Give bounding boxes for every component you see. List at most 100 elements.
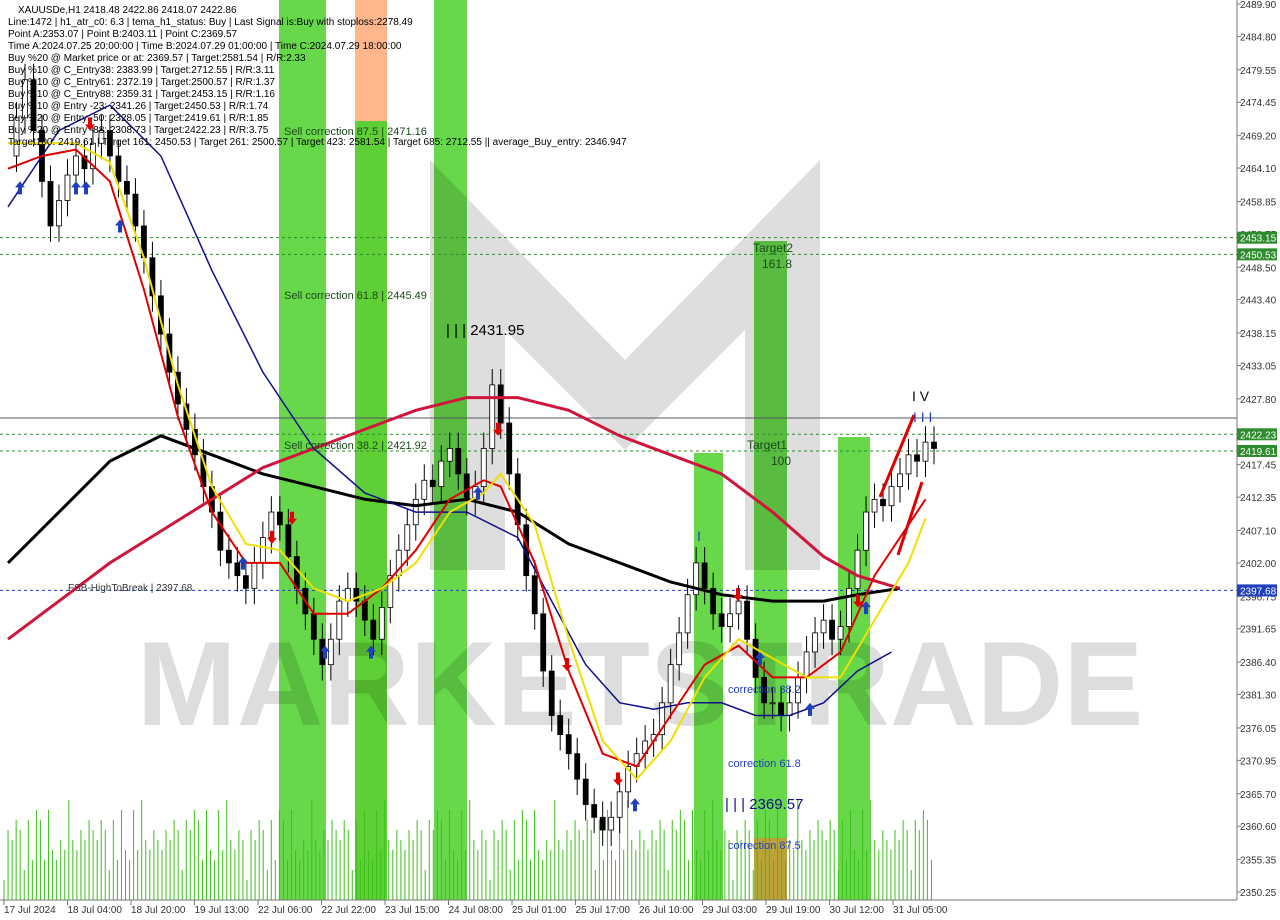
candle-body — [837, 626, 844, 640]
candle-body — [820, 619, 827, 634]
y-tick-label: 2417.45 — [1240, 461, 1277, 472]
info-line: Line:1472 | h1_atr_c0: 6.3 | tema_h1_sta… — [8, 17, 413, 28]
x-tick-label: 22 Jul 22:00 — [322, 905, 377, 916]
price-tag-text: 2397.68 — [1240, 586, 1277, 597]
candle-body — [251, 562, 258, 589]
correction-382: correction 38.2 — [728, 684, 801, 696]
y-tick-label: 2381.30 — [1240, 691, 1277, 702]
candle-body — [744, 600, 751, 640]
candle-body — [446, 448, 453, 462]
info-line: Buy %20 @ Entry -50: 2328.05 | Target:24… — [8, 113, 269, 124]
fsb-label: FSB-HighToBreak | 2397.68 — [68, 583, 193, 594]
candle-body — [489, 384, 496, 449]
candle-body — [47, 181, 54, 227]
x-tick-label: 23 Jul 15:00 — [385, 905, 440, 916]
y-tick-label: 2386.40 — [1240, 658, 1277, 669]
price-tag-text: 2453.15 — [1240, 234, 1277, 245]
candle-body — [599, 816, 606, 831]
candle-body — [56, 200, 62, 227]
candle-body — [803, 651, 810, 678]
candle-body — [565, 734, 572, 755]
y-tick-label: 2376.05 — [1240, 724, 1277, 735]
price-tag-text: 2422.23 — [1240, 430, 1277, 441]
candle-body — [582, 778, 589, 805]
y-tick-label: 2448.50 — [1240, 263, 1277, 274]
candle-body — [234, 562, 241, 577]
x-tick-label: 29 Jul 19:00 — [766, 905, 821, 916]
correction-618: correction 61.8 — [728, 758, 801, 770]
candle-body — [361, 600, 368, 621]
candle-body — [846, 587, 852, 627]
y-tick-label: 2370.95 — [1240, 756, 1277, 767]
price-tag-text: 2450.53 — [1240, 250, 1277, 261]
info-line: Buy %20 @ Market price or at: 2369.57 | … — [8, 53, 306, 64]
candle-body — [608, 816, 615, 831]
candle-body — [616, 791, 623, 818]
candle-body — [829, 619, 835, 640]
y-tick-label: 2365.70 — [1240, 790, 1277, 801]
price-chart[interactable]: MARKETSTRADE XAUUSDe,H1 2418.48 2422.86 … — [0, 0, 1280, 920]
candle-body — [574, 753, 581, 780]
candle-body — [276, 511, 283, 526]
sell-correction-875: Sell correction 87.5 | 2471.16 — [284, 126, 427, 138]
wave-i-label: I — [697, 528, 701, 544]
target2-value: 161.8 — [762, 257, 792, 271]
y-tick-label: 2391.65 — [1240, 625, 1277, 636]
correction-875: correction 87.5 — [728, 840, 801, 852]
y-tick-label: 2407.10 — [1240, 527, 1277, 538]
info-line: Buy %10 @ C_Entry61: 2372.19 | Target:25… — [8, 77, 275, 88]
candle-body — [778, 702, 784, 716]
x-tick-label: 31 Jul 05:00 — [893, 905, 948, 916]
candle-body — [344, 587, 351, 602]
y-tick-label: 2458.85 — [1240, 197, 1277, 208]
info-line: Point A:2353.07 | Point B:2403.11 | Poin… — [8, 29, 238, 40]
y-tick-label: 2443.40 — [1240, 296, 1277, 307]
sell-correction-382: Sell correction 38.2 | 2421.92 — [284, 440, 427, 452]
y-tick-label: 2464.10 — [1240, 164, 1277, 175]
candle-body — [225, 549, 232, 564]
candle-body — [897, 473, 903, 488]
x-tick-label: 30 Jul 12:00 — [830, 905, 885, 916]
x-tick-label: 19 Jul 13:00 — [195, 905, 250, 916]
candle-body — [132, 193, 139, 227]
candle-body — [557, 715, 564, 736]
info-line: Buy %10 @ Entry -23: 2341.26 | Target:24… — [8, 101, 269, 112]
target1-label: Target1 — [747, 438, 787, 452]
candle-body — [769, 702, 776, 705]
candle-body — [880, 498, 886, 507]
candle-body — [812, 632, 818, 653]
candle-body — [404, 524, 411, 551]
y-tick-label: 2474.45 — [1240, 98, 1277, 109]
candle-body — [914, 454, 920, 462]
candle-body — [463, 473, 470, 500]
candle-body — [124, 181, 130, 195]
info-line: Buy %10 @ C_Entry88: 2359.31 | Target:24… — [8, 89, 275, 100]
candle-body — [905, 454, 912, 475]
wave-iii-low: | | | 2369.57 — [725, 796, 803, 813]
candle-body — [931, 441, 937, 449]
green-bar — [355, 121, 387, 900]
x-tick-label: 26 Jul 10:00 — [639, 905, 694, 916]
candle-body — [863, 511, 869, 551]
candle-body — [438, 460, 445, 488]
y-tick-label: 2402.00 — [1240, 559, 1277, 570]
target2-label: Target2 — [753, 241, 793, 255]
candle-body — [854, 549, 861, 589]
y-tick-label: 2412.35 — [1240, 493, 1277, 504]
candle-body — [242, 575, 249, 589]
candle-body — [684, 594, 691, 634]
candle-body — [752, 638, 759, 678]
candle-body — [336, 600, 343, 640]
symbol-line: XAUUSDe,H1 2418.48 2422.86 2418.07 2422.… — [18, 5, 237, 16]
candle-body — [497, 384, 504, 424]
x-tick-label: 24 Jul 08:00 — [449, 905, 504, 916]
target1-value: 100 — [771, 454, 791, 468]
candle-body — [455, 448, 462, 475]
candle-body — [676, 632, 683, 666]
candle-body — [310, 613, 317, 640]
sell-correction-618: Sell correction 61.8 | 2445.49 — [284, 290, 427, 302]
candle-body — [871, 498, 878, 513]
candle-body — [922, 441, 929, 462]
candle-body — [888, 486, 895, 507]
candle-body — [64, 174, 71, 201]
